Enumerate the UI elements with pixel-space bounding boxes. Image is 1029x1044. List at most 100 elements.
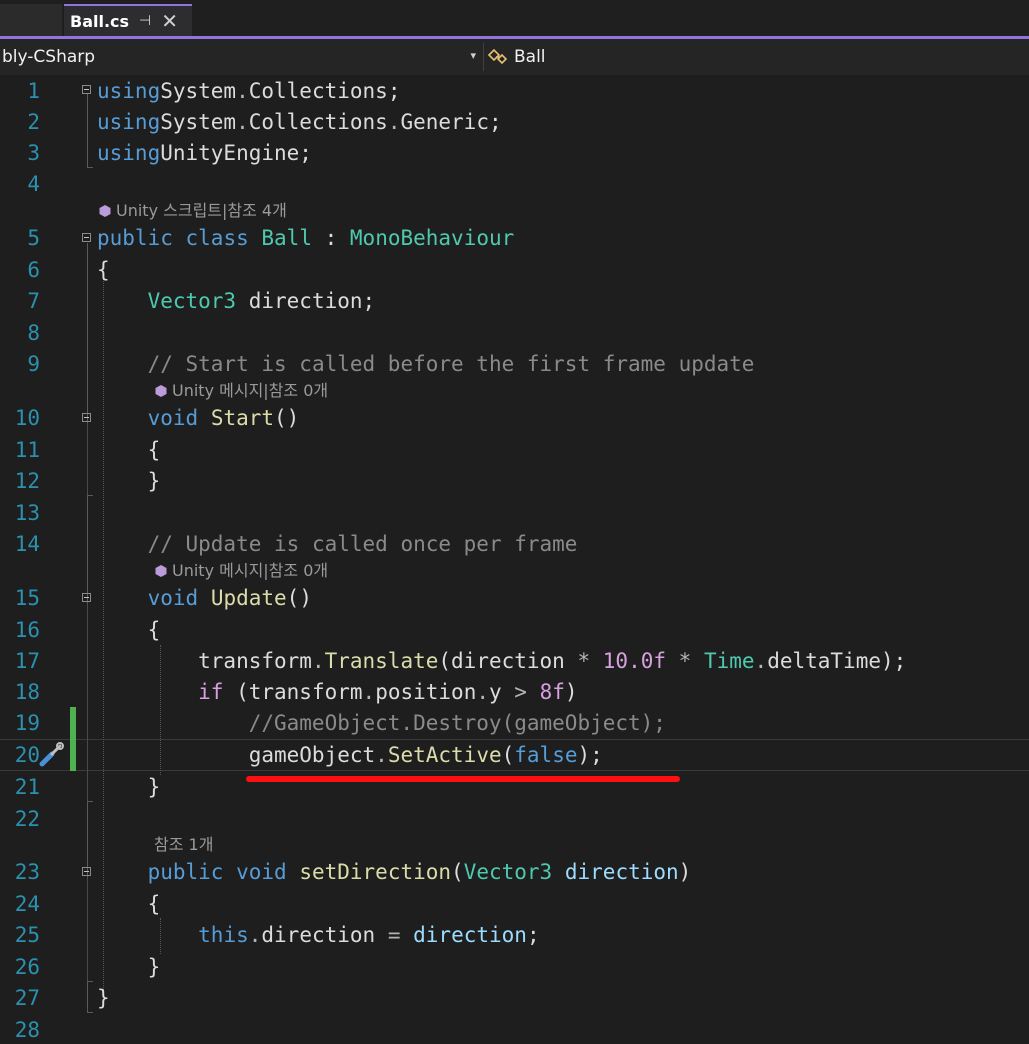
- line-number: 6: [27, 258, 40, 282]
- code-line[interactable]: 12 }: [0, 465, 1029, 497]
- code-text: public class Ball : MonoBehaviour: [97, 222, 514, 254]
- code-line[interactable]: 24 {: [0, 888, 1029, 920]
- class-icon: [487, 48, 508, 65]
- code-token: void: [147, 406, 199, 430]
- code-token: UnityEngine;: [160, 141, 312, 165]
- code-token: Translate: [324, 649, 439, 673]
- code-text: usingSystem.Collections;: [97, 75, 413, 107]
- code-line[interactable]: 1 usingSystem.Collections;: [0, 75, 1029, 107]
- code-line[interactable]: 28: [0, 1014, 1029, 1044]
- code-token: .: [236, 110, 249, 134]
- code-line[interactable]: 4: [0, 168, 1029, 200]
- codelens-references[interactable]: 참조 1개: [154, 834, 213, 856]
- code-token: public: [97, 226, 173, 250]
- line-number: 7: [27, 289, 40, 313]
- code-token: (direction: [438, 649, 578, 673]
- code-line[interactable]: 2 usingSystem.Collections.Generic;: [0, 106, 1029, 138]
- code-token: Update: [210, 586, 287, 610]
- code-line[interactable]: 6{: [0, 254, 1029, 286]
- navbar-divider: [483, 43, 484, 71]
- tab-previous[interactable]: [0, 4, 62, 38]
- code-token: using: [97, 141, 161, 165]
- codelens-unity-script[interactable]: Unity 스크립트|참조 4개: [98, 200, 287, 222]
- code-token: :: [311, 226, 350, 250]
- line-number: 11: [14, 438, 40, 462]
- code-token: using: [97, 110, 161, 134]
- code-line[interactable]: 14 // Update is called once per frame: [0, 528, 1029, 560]
- code-token: *: [678, 649, 692, 673]
- line-number: 18: [14, 680, 40, 704]
- code-token: }: [97, 986, 110, 1010]
- tab-title: Ball.cs: [70, 11, 130, 31]
- code-token: .: [387, 110, 401, 134]
- code-token: }: [97, 775, 161, 799]
- code-token: {: [97, 892, 161, 916]
- code-token: Vector3: [463, 860, 553, 884]
- code-line[interactable]: 7 Vector3 direction;: [0, 285, 1029, 317]
- code-token: gameObject: [97, 743, 376, 767]
- line-number: 20: [14, 743, 40, 767]
- code-text: this.direction = direction;: [97, 919, 540, 951]
- code-line[interactable]: 15 void Update(): [0, 582, 1029, 614]
- code-line[interactable]: 20 gameObject.SetActive(false);: [0, 739, 1029, 771]
- code-line[interactable]: 11 {: [0, 434, 1029, 466]
- code-line[interactable]: 22: [0, 803, 1029, 835]
- code-line[interactable]: 16 {: [0, 614, 1029, 646]
- code-line[interactable]: 18 if (transform.position.y > 8f): [0, 676, 1029, 708]
- code-line[interactable]: 5 public class Ball : MonoBehaviour: [0, 222, 1029, 254]
- pin-icon[interactable]: ⊣: [139, 13, 151, 29]
- line-number: 15: [14, 586, 40, 610]
- codelens-unity-message-start[interactable]: Unity 메시지|참조 0개: [154, 380, 328, 402]
- code-line[interactable]: 27}: [0, 982, 1029, 1014]
- code-line[interactable]: 9 // Start is called before the first fr…: [0, 348, 1029, 380]
- close-icon[interactable]: ✕: [161, 11, 178, 31]
- project-dropdown[interactable]: bly-CSharp ▾: [0, 43, 482, 71]
- code-line[interactable]: 17 transform.Translate(direction * 10.0f…: [0, 645, 1029, 677]
- code-token: y: [489, 680, 515, 704]
- tab-ball-cs[interactable]: Ball.cs ⊣ ✕: [64, 4, 192, 36]
- code-text: {: [97, 254, 110, 286]
- code-token: ;: [387, 79, 414, 103]
- code-text: if (transform.position.y > 8f): [97, 676, 577, 708]
- class-name: Ball: [514, 47, 546, 67]
- code-line[interactable]: 26 }: [0, 951, 1029, 983]
- code-line[interactable]: 8: [0, 317, 1029, 349]
- code-line[interactable]: 19 //GameObject.Destroy(gameObject);: [0, 707, 1029, 739]
- code-token: Collections: [248, 110, 388, 134]
- code-token: .: [236, 79, 249, 103]
- line-number: 4: [27, 172, 40, 196]
- code-token: .: [362, 680, 376, 704]
- code-line[interactable]: 13: [0, 497, 1029, 529]
- codelens-unity-message-update[interactable]: Unity 메시지|참조 0개: [154, 560, 328, 582]
- code-token: ;: [526, 923, 540, 947]
- code-text: // Start is called before the first fram…: [97, 348, 755, 380]
- code-token: (: [451, 860, 464, 884]
- line-number: 8: [27, 321, 40, 345]
- code-text: }: [97, 951, 161, 983]
- line-number: 26: [14, 955, 40, 979]
- code-token: {: [97, 438, 161, 462]
- class-dropdown[interactable]: Ball: [486, 43, 1026, 71]
- navigation-bar: bly-CSharp ▾ Ball: [0, 39, 1029, 75]
- code-token: .: [248, 923, 262, 947]
- code-line[interactable]: 23 public void setDirection(Vector3 dire…: [0, 856, 1029, 888]
- code-token: .: [476, 680, 489, 704]
- code-line[interactable]: 10 void Start(): [0, 402, 1029, 434]
- code-text: public void setDirection(Vector3 directi…: [97, 856, 692, 888]
- code-token: void: [147, 586, 199, 610]
- code-text: usingSystem.Collections.Generic;: [97, 106, 502, 138]
- code-line[interactable]: 25 this.direction = direction;: [0, 919, 1029, 951]
- line-number: 28: [14, 1018, 40, 1042]
- code-line[interactable]: 3 usingUnityEngine;: [0, 137, 1029, 169]
- code-token: Collections: [248, 79, 388, 103]
- quick-actions-icon[interactable]: [38, 740, 66, 768]
- code-token: (transform: [223, 680, 363, 704]
- code-text: gameObject.SetActive(false);: [97, 739, 603, 771]
